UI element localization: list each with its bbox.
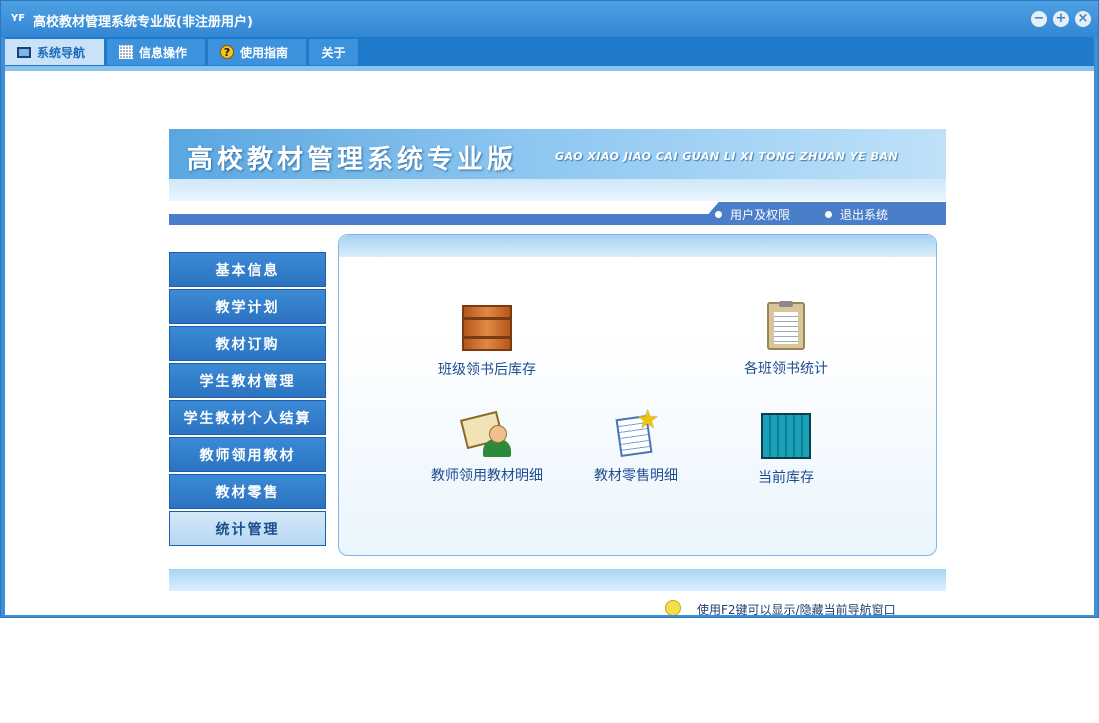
- link-label: 退出系统: [840, 208, 889, 222]
- tab-bar: 系统导航 信息操作 ? 使用指南 关于: [5, 37, 1094, 72]
- banner-title: 高校教材管理系统专业版: [187, 145, 518, 175]
- bulb-icon: [665, 600, 681, 615]
- menu-item-teacher-textbook[interactable]: 教师领用教材: [169, 437, 326, 472]
- grid-icon: [119, 45, 133, 59]
- tab-user-guide[interactable]: ? 使用指南: [208, 39, 307, 65]
- function-teacher-details[interactable]: 教师领用教材明细: [417, 409, 557, 485]
- menu-item-basic-info[interactable]: 基本信息: [169, 252, 326, 287]
- crate-icon: [462, 305, 512, 351]
- header-banner: 高校教材管理系统专业版 GAO XIAO JIAO CAI GUAN LI XI…: [169, 129, 946, 201]
- tab-label: 关于: [321, 45, 346, 60]
- tab-label: 信息操作: [139, 45, 188, 60]
- bullet-icon: [825, 211, 832, 218]
- tab-about[interactable]: 关于: [309, 39, 359, 65]
- navigation-content: 高校教材管理系统专业版 GAO XIAO JIAO CAI GUAN LI XI…: [5, 71, 1094, 615]
- close-icon[interactable]: ×: [1075, 11, 1091, 27]
- menu-item-textbook-retail[interactable]: 教材零售: [169, 474, 326, 509]
- side-menu: 基本信息 教学计划 教材订购 学生教材管理 学生教材个人结算 教师领用教材 教材…: [169, 252, 326, 548]
- menu-item-textbook-ordering[interactable]: 教材订购: [169, 326, 326, 361]
- function-current-stock[interactable]: 当前库存: [716, 409, 856, 487]
- link-label: 用户及权限: [730, 208, 791, 222]
- banner-subtitle: GAO XIAO JIAO CAI GUAN LI XI TONG ZHUAN …: [555, 150, 899, 163]
- menu-item-student-settlement[interactable]: 学生教材个人结算: [169, 400, 326, 435]
- clipboard-icon: [767, 301, 805, 350]
- banner-wave: [169, 179, 946, 201]
- function-label: 各班领书统计: [744, 361, 828, 377]
- bullet-icon: [715, 211, 722, 218]
- teacher-book-icon: [459, 409, 511, 457]
- tab-label: 系统导航: [37, 45, 86, 60]
- monitor-icon: [17, 46, 31, 58]
- stock-icon: [761, 413, 811, 459]
- function-label: 教材零售明细: [594, 468, 678, 484]
- function-label: 班级领书后库存: [438, 362, 536, 378]
- function-label: 教师领用教材明细: [431, 468, 543, 484]
- function-class-statistics[interactable]: 各班领书统计: [716, 301, 856, 378]
- menu-item-statistics[interactable]: 统计管理: [169, 511, 326, 546]
- tab-info-operations[interactable]: 信息操作: [107, 39, 206, 65]
- window-title: 高校教材管理系统专业版(非注册用户): [33, 15, 253, 30]
- menu-item-teaching-plan[interactable]: 教学计划: [169, 289, 326, 324]
- user-permissions-link[interactable]: 用户及权限: [715, 206, 790, 223]
- footer-band: [169, 569, 946, 591]
- function-retail-details[interactable]: ★ 教材零售明细: [566, 405, 706, 485]
- tab-system-navigation[interactable]: 系统导航: [5, 39, 105, 65]
- minimize-icon[interactable]: −: [1031, 11, 1047, 27]
- function-label: 当前库存: [758, 470, 814, 486]
- user-bar: 用户及权限 退出系统: [169, 202, 946, 225]
- menu-item-student-textbook[interactable]: 学生教材管理: [169, 363, 326, 398]
- function-class-inventory[interactable]: 班级领书后库存: [417, 302, 557, 379]
- app-icon: YF: [11, 13, 26, 24]
- panel-header: [339, 235, 936, 257]
- title-bar[interactable]: YF 高校教材管理系统专业版(非注册用户) − + ×: [1, 1, 1098, 37]
- app-window: YF 高校教材管理系统专业版(非注册用户) − + × 系统导航 信息操作 ? …: [0, 0, 1099, 618]
- document-star-icon: ★: [614, 405, 659, 458]
- function-panel: [338, 234, 937, 556]
- maximize-icon[interactable]: +: [1053, 11, 1069, 27]
- footer-tip: 使用F2键可以显示/隐藏当前导航窗口: [697, 603, 896, 615]
- footer-tip-bar: 使用F2键可以显示/隐藏当前导航窗口: [169, 594, 946, 615]
- help-icon: ?: [220, 45, 234, 59]
- tab-label: 使用指南: [240, 45, 289, 60]
- logout-link[interactable]: 退出系统: [825, 206, 888, 223]
